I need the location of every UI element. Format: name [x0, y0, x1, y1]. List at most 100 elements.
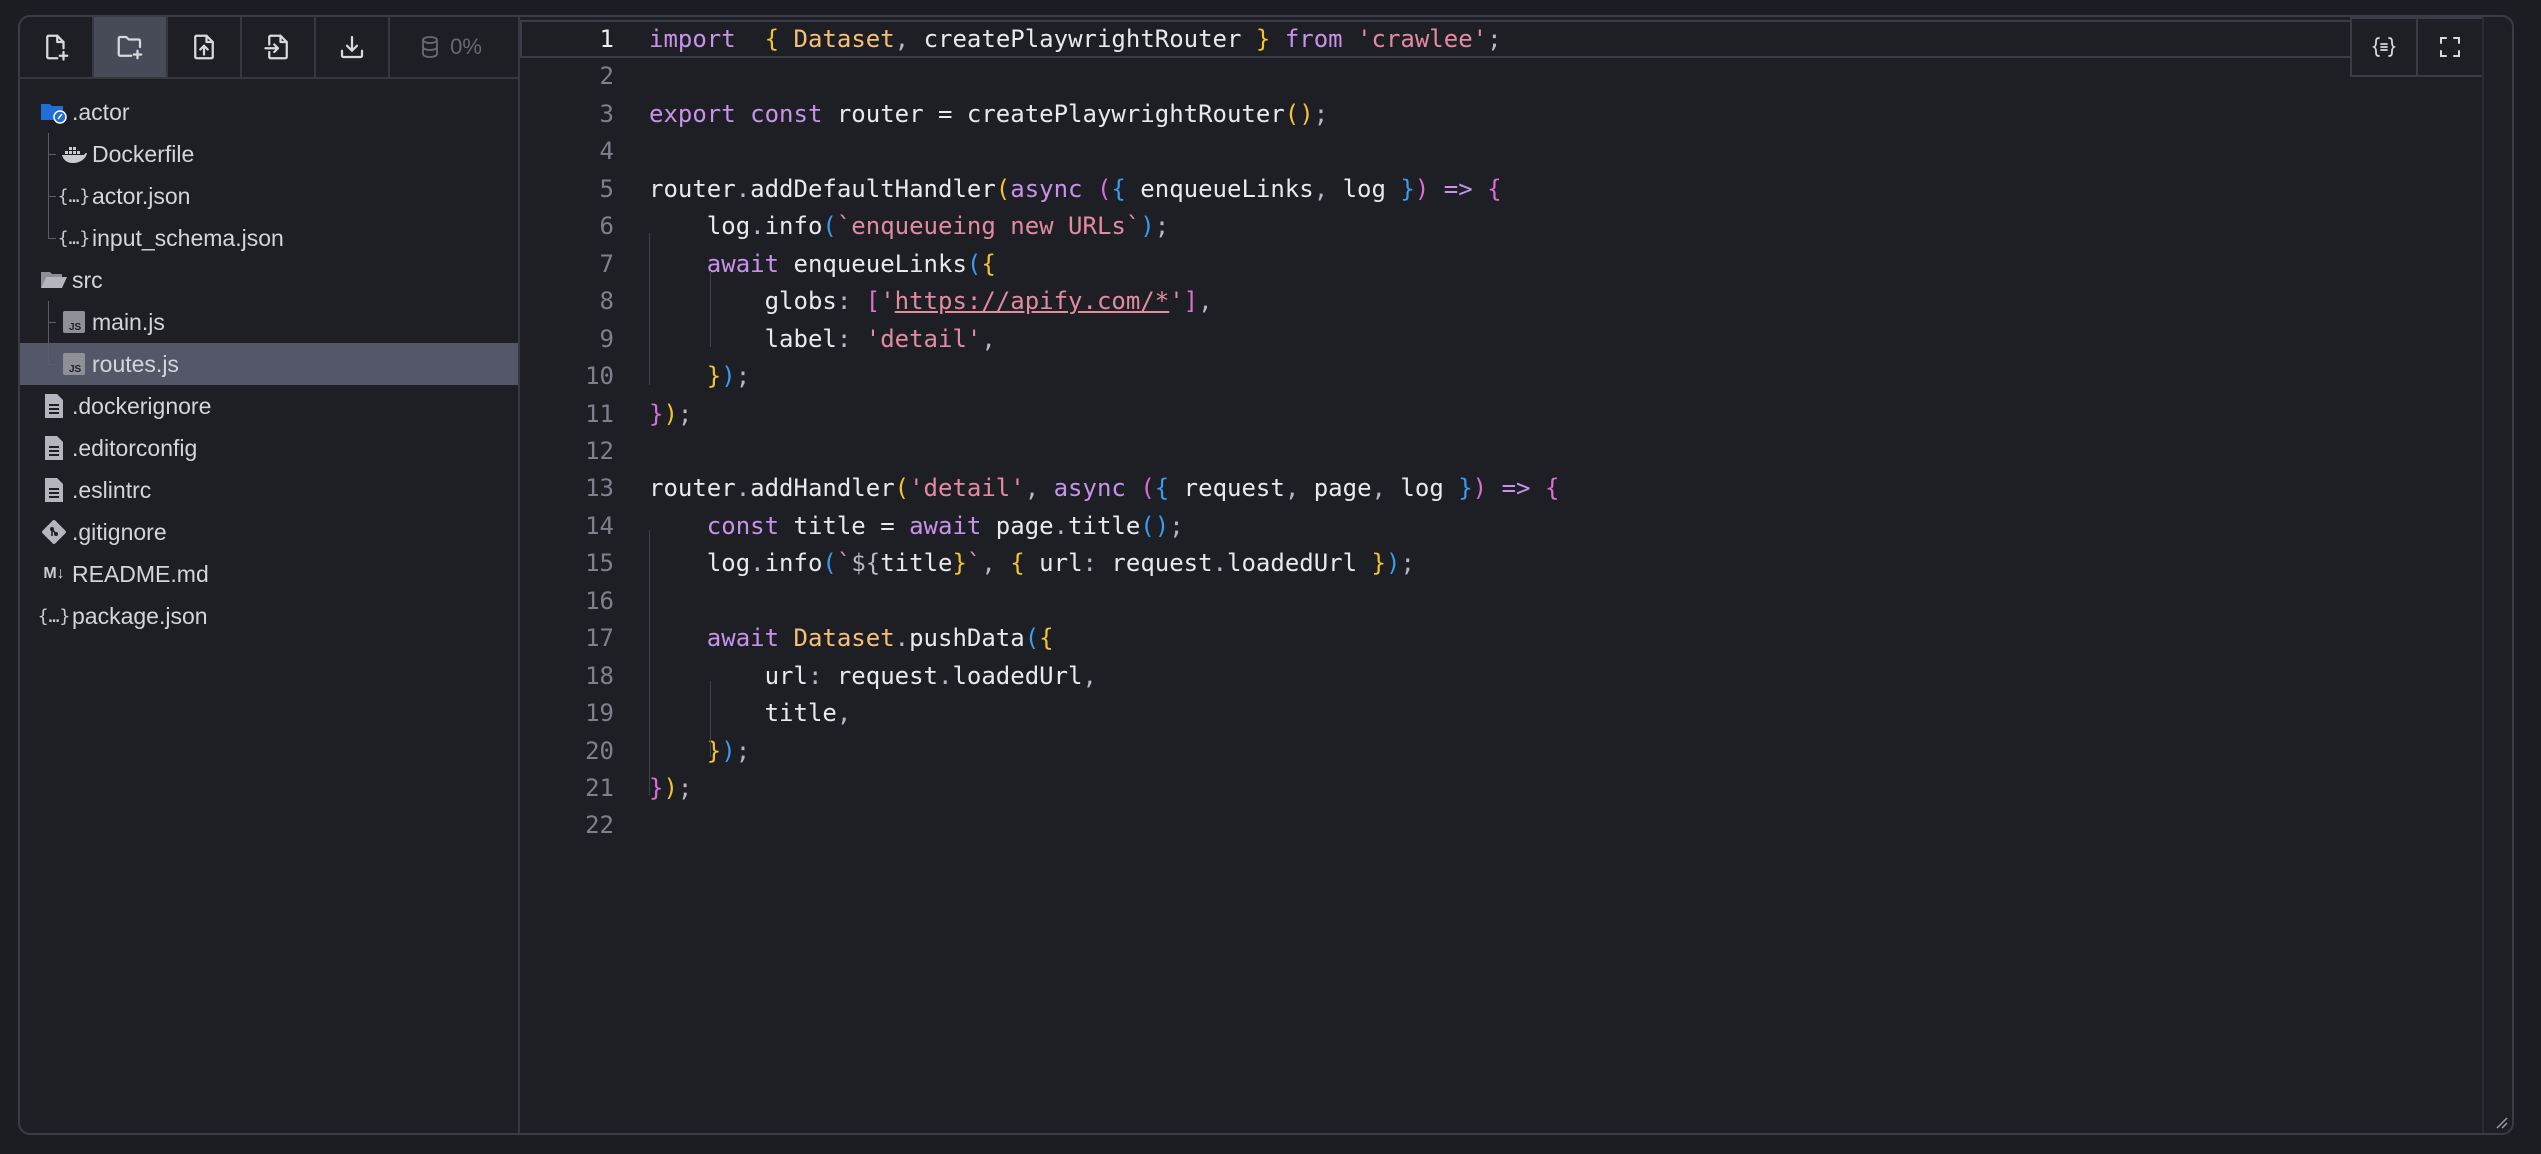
download-button[interactable]: [316, 17, 390, 77]
code-token: page: [1299, 474, 1372, 503]
code-line[interactable]: 10 });: [520, 357, 2512, 395]
line-code: url: request.loadedUrl,: [649, 657, 1097, 695]
tree-item-package-json[interactable]: {…} package.json: [20, 595, 518, 637]
code-token: router: [649, 174, 736, 203]
import-file-button[interactable]: [242, 17, 316, 77]
code-line[interactable]: 11});: [520, 395, 2512, 433]
line-number: 5: [599, 174, 614, 203]
svg-text:JS: JS: [69, 364, 82, 375]
new-folder-button[interactable]: [94, 17, 168, 77]
code-line[interactable]: 22: [520, 806, 2512, 844]
code-token: =>: [1501, 474, 1531, 503]
vertical-scrollbar[interactable]: [2482, 17, 2512, 1133]
code-token: addDefaultHandler: [750, 174, 996, 203]
code-line[interactable]: 16: [520, 582, 2512, 620]
indent-guide: [649, 233, 650, 385]
code-token: ,: [894, 25, 910, 53]
tree-item-eslintrc[interactable]: .eslintrc: [20, 469, 518, 511]
code-line[interactable]: 7 await enqueueLinks({: [520, 245, 2512, 283]
code-editor[interactable]: 1 import { Dataset, createPlaywrightRoute…: [520, 17, 2512, 1133]
code-token: 'crawlee': [1357, 25, 1488, 53]
tree-item-main-js[interactable]: JS main.js: [20, 301, 518, 343]
code-line[interactable]: 6 log.info(`enqueueing new URLs`);: [520, 207, 2512, 245]
upload-file-button[interactable]: [168, 17, 242, 77]
resize-handle-icon[interactable]: [2494, 1115, 2508, 1129]
code-line[interactable]: 20 });: [520, 732, 2512, 770]
code-line[interactable]: 14 const title = await page.title();: [520, 507, 2512, 545]
file-tree: .actor Dockerfile {…} actor.json {…} inp…: [20, 79, 518, 637]
new-file-button[interactable]: [20, 17, 94, 77]
line-code: });: [649, 769, 692, 807]
code-token: 'detail': [909, 474, 1025, 503]
line-number: 16: [585, 586, 614, 615]
code-token: ): [721, 736, 736, 765]
code-line[interactable]: 5 router.addDefaultHandler(async ({ enque…: [520, 170, 2512, 208]
tree-item-input-schema-json[interactable]: {…} input_schema.json: [20, 217, 518, 259]
code-token: router = createPlaywrightRouter: [822, 99, 1285, 128]
code-line[interactable]: 15 log.info(`${title}`, { url: request.l…: [520, 544, 2512, 582]
code-line[interactable]: 17 await Dataset.pushData({: [520, 619, 2512, 657]
code-token: router: [649, 474, 736, 503]
code-line[interactable]: 8 globs: ['https://apify.com/*'],: [520, 282, 2512, 320]
tree-item-actor-json[interactable]: {…} actor.json: [20, 175, 518, 217]
code-line[interactable]: 1 import { Dataset, createPlaywrightRoute…: [520, 20, 2482, 58]
line-code: title,: [649, 694, 852, 732]
format-code-icon: [2371, 37, 2397, 57]
line-number: 8: [599, 287, 614, 316]
tree-item-routes-js[interactable]: JS routes.js: [20, 343, 518, 385]
file-icon: [40, 476, 68, 504]
code-token: addHandler: [750, 474, 895, 503]
code-line[interactable]: 2: [520, 57, 2512, 95]
line-code: const title = await page.title();: [649, 507, 1184, 545]
code-token: :: [807, 661, 823, 690]
tree-item-dockerignore[interactable]: .dockerignore: [20, 385, 518, 427]
code-token: log: [649, 212, 751, 241]
line-number: 7: [599, 249, 614, 278]
line-number: 13: [585, 474, 614, 503]
fullscreen-icon: [2440, 37, 2460, 57]
code-token: ': [1169, 287, 1184, 316]
code-line[interactable]: 4: [520, 132, 2512, 170]
tree-item-src-folder[interactable]: src: [20, 259, 518, 301]
format-code-button[interactable]: [2350, 17, 2418, 77]
tree-item-dockerfile[interactable]: Dockerfile: [20, 133, 518, 175]
svg-text:JS: JS: [69, 322, 82, 333]
indent-guide: [710, 681, 711, 757]
code-line[interactable]: 18 url: request.loadedUrl,: [520, 657, 2512, 695]
tree-item-editorconfig[interactable]: .editorconfig: [20, 427, 518, 469]
code-token: ,: [1284, 474, 1300, 503]
storage-percent: 0%: [450, 34, 482, 59]
tree-item-readme[interactable]: M↓ README.md: [20, 553, 518, 595]
line-number: 18: [585, 661, 614, 690]
line-number: 3: [599, 99, 614, 128]
tree-item-gitignore[interactable]: .gitignore: [20, 511, 518, 553]
code-line[interactable]: 3 export const router = createPlaywrightR…: [520, 95, 2512, 133]
indent-guide: [710, 271, 711, 347]
code-token: createPlaywrightRouter: [909, 25, 1256, 53]
fullscreen-button[interactable]: [2416, 17, 2484, 77]
code-token: enqueueLinks: [779, 249, 967, 278]
tree-item-label: actor.json: [92, 182, 191, 209]
code-line[interactable]: 13 router.addHandler('detail', async ({ r…: [520, 469, 2512, 507]
tree-item-actor-folder[interactable]: .actor: [20, 91, 518, 133]
code-line[interactable]: 19 title,: [520, 694, 2512, 732]
code-line[interactable]: 9 label: 'detail',: [520, 320, 2512, 358]
download-icon: [340, 35, 364, 59]
code-line[interactable]: 21});: [520, 769, 2512, 807]
json-icon: {…}: [37, 605, 71, 627]
git-icon: [40, 518, 68, 546]
code-line[interactable]: 12: [520, 432, 2512, 470]
code-token: ): [1472, 474, 1488, 503]
line-code: router.addDefaultHandler(async ({ enqueu…: [649, 170, 1502, 208]
folder-open-icon: [40, 266, 68, 294]
storage-indicator: 0%: [390, 17, 510, 77]
code-token: }: [1400, 174, 1415, 203]
file-explorer: 0% .actor Dockerfile {…} actor.json {…} …: [20, 17, 520, 1133]
